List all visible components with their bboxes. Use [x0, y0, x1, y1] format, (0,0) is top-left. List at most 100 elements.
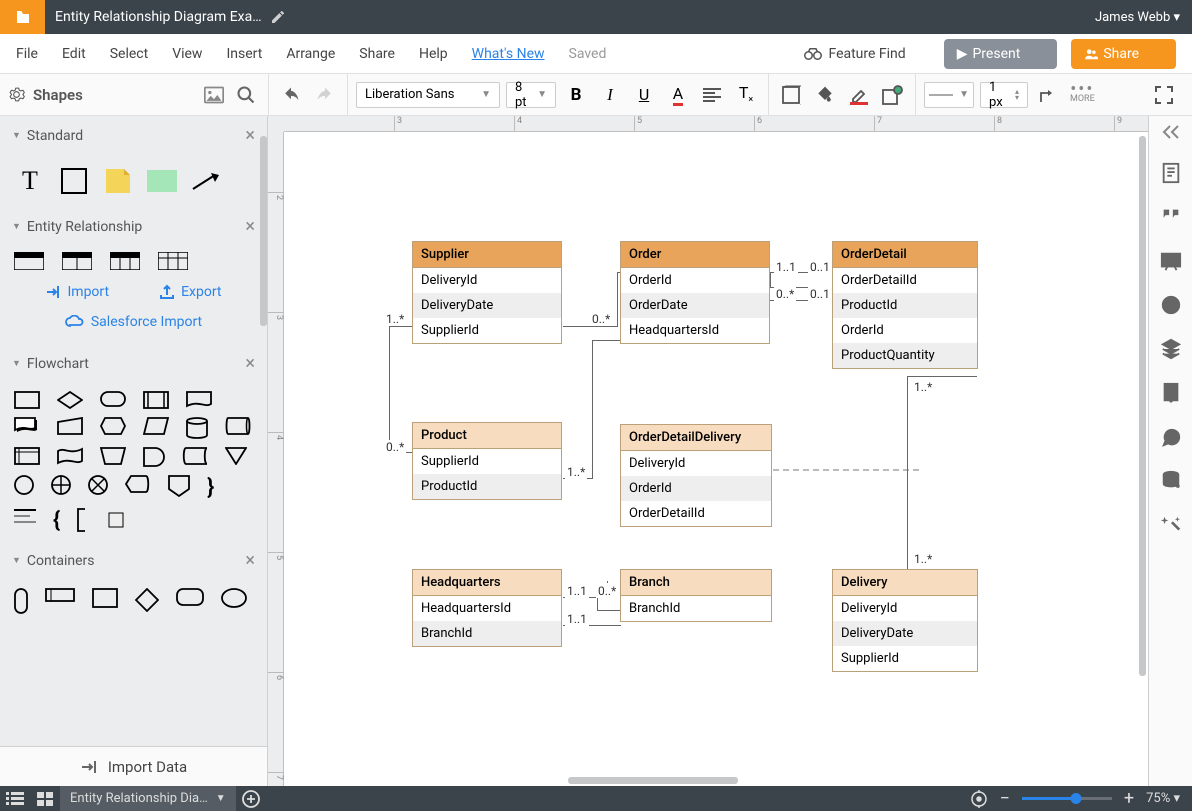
fc-or[interactable]	[51, 475, 71, 495]
menu-arrange[interactable]: Arrange	[286, 46, 335, 62]
entity-delivery[interactable]: Delivery DeliveryId DeliveryDate Supplie…	[832, 569, 978, 672]
fc-process[interactable]	[14, 391, 40, 409]
fc-summing[interactable]	[88, 475, 108, 495]
user-menu[interactable]: James Webb ▾	[1083, 10, 1192, 25]
note-shape[interactable]	[102, 165, 134, 197]
line-width-select[interactable]: 1 px▴▾	[980, 82, 1028, 108]
er-table1-shape[interactable]	[14, 252, 44, 270]
cont-box[interactable]	[92, 588, 118, 608]
fill-icon[interactable]	[811, 81, 839, 109]
diagram-canvas[interactable]: Supplier DeliveryId DeliveryDate Supplie…	[284, 132, 1148, 786]
entity-orderdetail[interactable]: OrderDetail OrderDetailId ProductId Orde…	[832, 241, 978, 369]
add-page-icon[interactable]	[236, 786, 266, 811]
entity-order[interactable]: Order OrderId OrderDate HeadquartersId	[620, 241, 770, 344]
menu-view[interactable]: View	[172, 46, 202, 62]
cont-pill[interactable]	[14, 588, 28, 614]
fc-data[interactable]	[143, 417, 169, 435]
menu-edit[interactable]: Edit	[62, 46, 86, 62]
fc-decision[interactable]	[57, 391, 83, 409]
grid-view-icon[interactable]	[30, 786, 60, 811]
line-style-select[interactable]: ▼	[924, 82, 974, 108]
outline-view-icon[interactable]	[0, 786, 30, 811]
redo-icon[interactable]	[311, 81, 339, 109]
fc-display[interactable]	[125, 475, 151, 493]
fc-delay[interactable]	[143, 447, 165, 467]
fc-merge[interactable]	[225, 447, 247, 465]
feature-find[interactable]: Feature Find	[804, 46, 929, 62]
fc-offpage[interactable]	[168, 475, 190, 497]
fc-predef[interactable]	[143, 391, 169, 409]
align-icon[interactable]	[698, 81, 726, 109]
fc-bracket[interactable]	[77, 508, 91, 532]
er-table3-shape[interactable]	[110, 252, 140, 270]
block-shape[interactable]	[146, 165, 178, 197]
menu-share[interactable]: Share	[359, 46, 395, 62]
panel-scrollbar[interactable]	[260, 136, 267, 326]
master-icon[interactable]	[1160, 382, 1182, 404]
canvas-vscrollbar[interactable]	[1139, 136, 1146, 676]
zoom-out[interactable]: −	[1000, 788, 1010, 809]
data-icon[interactable]	[1160, 470, 1182, 492]
category-containers[interactable]: ▼Containers×	[0, 541, 267, 580]
fc-paper-tape[interactable]	[57, 447, 83, 465]
canvas-hscrollbar[interactable]	[568, 777, 738, 784]
arrow-shape[interactable]	[190, 165, 222, 197]
shape-box-icon[interactable]	[777, 81, 805, 109]
shapes-panel-label[interactable]: Shapes	[8, 86, 83, 104]
underline-icon[interactable]: U	[630, 81, 658, 109]
clear-format-icon[interactable]: T×	[732, 81, 760, 109]
er-table4-shape[interactable]	[158, 252, 188, 270]
collapse-panel-icon[interactable]	[1161, 124, 1181, 140]
page-tab[interactable]: Entity Relationship Dia…▼	[60, 786, 236, 811]
share-button[interactable]: Share	[1071, 39, 1176, 69]
fc-terminator[interactable]	[100, 391, 126, 407]
magic-icon[interactable]	[1160, 514, 1182, 536]
layers-icon[interactable]	[1160, 338, 1182, 360]
edit-title-icon[interactable]	[270, 9, 286, 25]
menu-file[interactable]: File	[16, 46, 38, 62]
fc-manual-input[interactable]	[57, 417, 83, 435]
text-color-icon[interactable]: A	[664, 81, 692, 109]
fc-database[interactable]	[186, 417, 208, 439]
search-icon[interactable]	[232, 81, 260, 109]
salesforce-import-link[interactable]: Salesforce Import	[0, 314, 267, 344]
undo-icon[interactable]	[277, 81, 305, 109]
bold-icon[interactable]: B	[562, 81, 590, 109]
text-shape[interactable]: T	[14, 165, 46, 197]
document-title[interactable]: Entity Relationship Diagram Exa…	[55, 9, 262, 25]
line-route-icon[interactable]	[1034, 81, 1062, 109]
menu-help[interactable]: Help	[419, 46, 448, 62]
entity-headquarters[interactable]: Headquarters HeadquartersId BranchId	[412, 569, 562, 647]
fc-multidoc[interactable]	[14, 417, 40, 435]
category-entity-rel[interactable]: ▼Entity Relationship×	[0, 207, 267, 246]
fc-note[interactable]	[14, 508, 36, 524]
er-table2-shape[interactable]	[62, 252, 92, 270]
fc-connector[interactable]	[14, 475, 34, 495]
font-size-select[interactable]: 8 pt▼	[506, 82, 556, 108]
menu-select[interactable]: Select	[110, 46, 148, 62]
entity-odd[interactable]: OrderDetailDelivery DeliveryId OrderId O…	[620, 424, 772, 527]
menu-whats-new[interactable]: What's New	[472, 46, 545, 62]
import-link[interactable]: Import	[45, 284, 109, 300]
export-link[interactable]: Export	[159, 284, 221, 300]
document-icon[interactable]	[0, 0, 45, 34]
fc-brace-l[interactable]: {	[53, 508, 60, 533]
zoom-slider[interactable]	[1022, 797, 1112, 800]
category-standard[interactable]: ▼Standard×	[0, 116, 267, 155]
border-color-icon[interactable]	[845, 81, 873, 109]
cont-rect[interactable]	[45, 588, 75, 602]
fc-stored[interactable]	[182, 447, 208, 465]
fc-preparation[interactable]	[100, 417, 126, 435]
italic-icon[interactable]: I	[596, 81, 624, 109]
close-icon[interactable]: ×	[245, 353, 255, 374]
target-icon[interactable]	[970, 790, 988, 808]
close-icon[interactable]: ×	[245, 550, 255, 571]
entity-product[interactable]: Product SupplierId ProductId	[412, 422, 562, 500]
presentation-icon[interactable]	[1160, 250, 1182, 272]
present-button[interactable]: ▶ Present	[944, 39, 1058, 69]
close-icon[interactable]: ×	[245, 216, 255, 237]
fc-directdata[interactable]	[225, 417, 251, 435]
cont-round[interactable]	[176, 588, 204, 606]
zoom-value[interactable]: 75% ▾	[1146, 791, 1180, 806]
import-data-button[interactable]: Import Data	[0, 746, 267, 786]
